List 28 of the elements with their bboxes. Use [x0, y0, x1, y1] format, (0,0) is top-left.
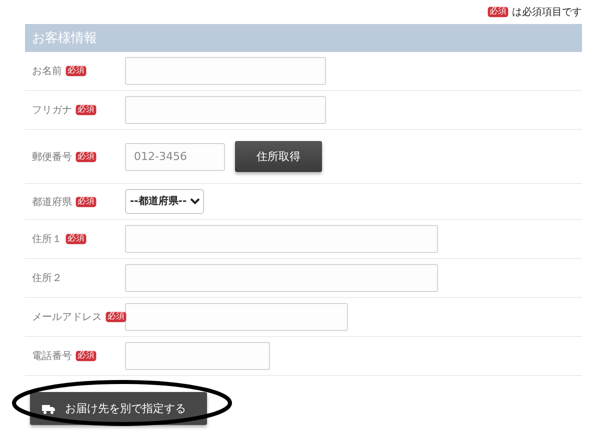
required-badge: 必須: [66, 234, 86, 244]
required-badge: 必須: [488, 6, 508, 18]
required-badge: 必須: [76, 104, 96, 116]
legend-text: は必須項目です: [512, 6, 582, 19]
input-field[interactable]: [125, 342, 270, 370]
address-lookup-button[interactable]: 住所取得: [235, 141, 322, 172]
input-field[interactable]: [125, 96, 326, 124]
prefecture-select[interactable]: --都道府県--: [125, 189, 204, 214]
postal-code-field[interactable]: 012-3456: [125, 142, 225, 170]
input-field[interactable]: [125, 264, 438, 292]
input-field[interactable]: [125, 303, 348, 331]
field-label: お名前: [32, 65, 62, 78]
field-label: フリガナ: [32, 104, 72, 117]
input-field[interactable]: [125, 225, 438, 253]
field-label: 住所２: [32, 272, 62, 285]
field-label: 電話番号: [32, 350, 72, 363]
field-label: 住所１: [32, 232, 62, 246]
required-badge: 必須: [76, 151, 96, 162]
field-label: 郵便番号: [32, 150, 72, 164]
field-label: 都道府県: [32, 196, 72, 208]
required-badge: 必須: [76, 350, 96, 362]
input-field[interactable]: [125, 57, 326, 85]
field-label: メールアドレス: [32, 311, 102, 324]
required-badge: 必須: [66, 66, 86, 76]
required-badge: 必須: [106, 312, 126, 322]
required-badge: 必須: [76, 196, 96, 207]
section-header: お客様情報: [25, 24, 582, 52]
truck-icon: [42, 404, 55, 414]
